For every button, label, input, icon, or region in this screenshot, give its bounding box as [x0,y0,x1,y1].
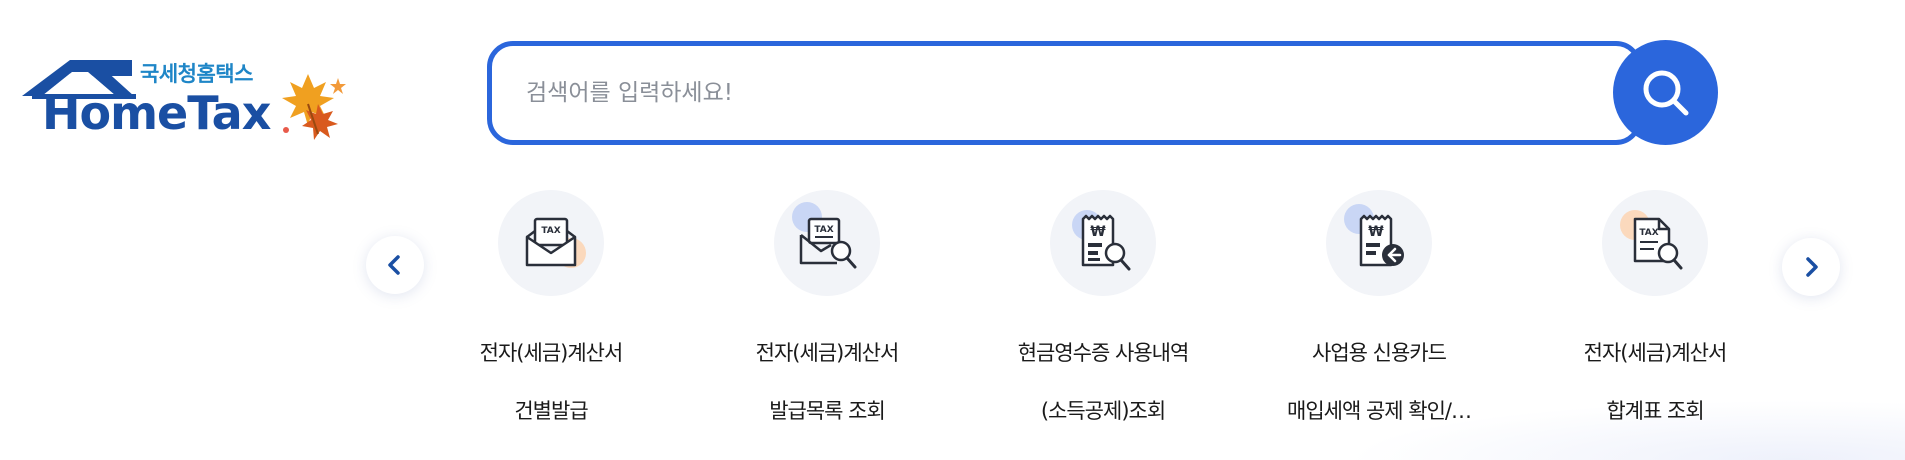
svg-text:TAX: TAX [1639,228,1658,238]
menu-item-label-line2: 합계표 조회 [1606,399,1704,423]
menu-item-label-line2: 발급목록 조회 [769,399,886,423]
chevron-right-icon [1806,257,1818,277]
menu-item-label-line1: 현금영수증 사용내역 [1017,341,1190,365]
won-receipt-return-icon: ₩ [1326,190,1432,296]
menu-item-invoice-summary[interactable]: TAX 전자(세금)계산서 합계표 조회 [1535,190,1775,426]
menu-item-business-card[interactable]: ₩ 사업용 신용카드 매입세액 공제 확인/… [1259,190,1499,426]
tax-document-search-icon: TAX [1602,190,1708,296]
menu-item-invoice-list[interactable]: TAX 전자(세금)계산서 발급목록 조회 [707,190,947,426]
menu-item-invoice-issue[interactable]: TAX 전자(세금)계산서 건별발급 [431,190,671,426]
menu-item-label-line1: 전자(세금)계산서 [479,341,624,365]
hometax-logo[interactable]: 국세청홈택스 HomeTax [22,52,352,142]
search-input[interactable] [526,46,1566,140]
tax-envelope-icon: TAX [498,190,604,296]
menu-item-label-line1: 전자(세금)계산서 [1583,341,1728,365]
menu-item-label-line2: 건별발급 [514,399,588,423]
carousel-prev-button[interactable] [366,236,424,294]
svg-text:₩: ₩ [1090,224,1106,240]
menu-item-label-line1: 사업용 신용카드 [1312,341,1447,365]
menu-item-cash-receipt[interactable]: ₩ 현금영수증 사용내역 (소득공제)조회 [983,190,1223,426]
svg-text:₩: ₩ [1368,224,1384,240]
logo-subtitle: 국세청홈택스 [140,62,253,86]
logo-brand: HomeTax [42,86,271,140]
svg-text:TAX: TAX [541,226,560,236]
won-receipt-search-icon: ₩ [1050,190,1156,296]
menu-item-label-line2: (소득공제)조회 [1040,399,1166,423]
svg-text:TAX: TAX [814,225,833,235]
tax-envelope-search-icon: TAX [774,190,880,296]
search-box [487,41,1642,145]
search-button[interactable] [1613,40,1718,145]
chevron-left-icon [388,255,400,275]
menu-item-label-line2: 매입세액 공제 확인/… [1287,399,1472,423]
maple-leaf-icon [282,74,346,140]
carousel-next-button[interactable] [1782,238,1840,296]
search-icon [1643,70,1688,115]
menu-item-label-line1: 전자(세금)계산서 [755,341,900,365]
